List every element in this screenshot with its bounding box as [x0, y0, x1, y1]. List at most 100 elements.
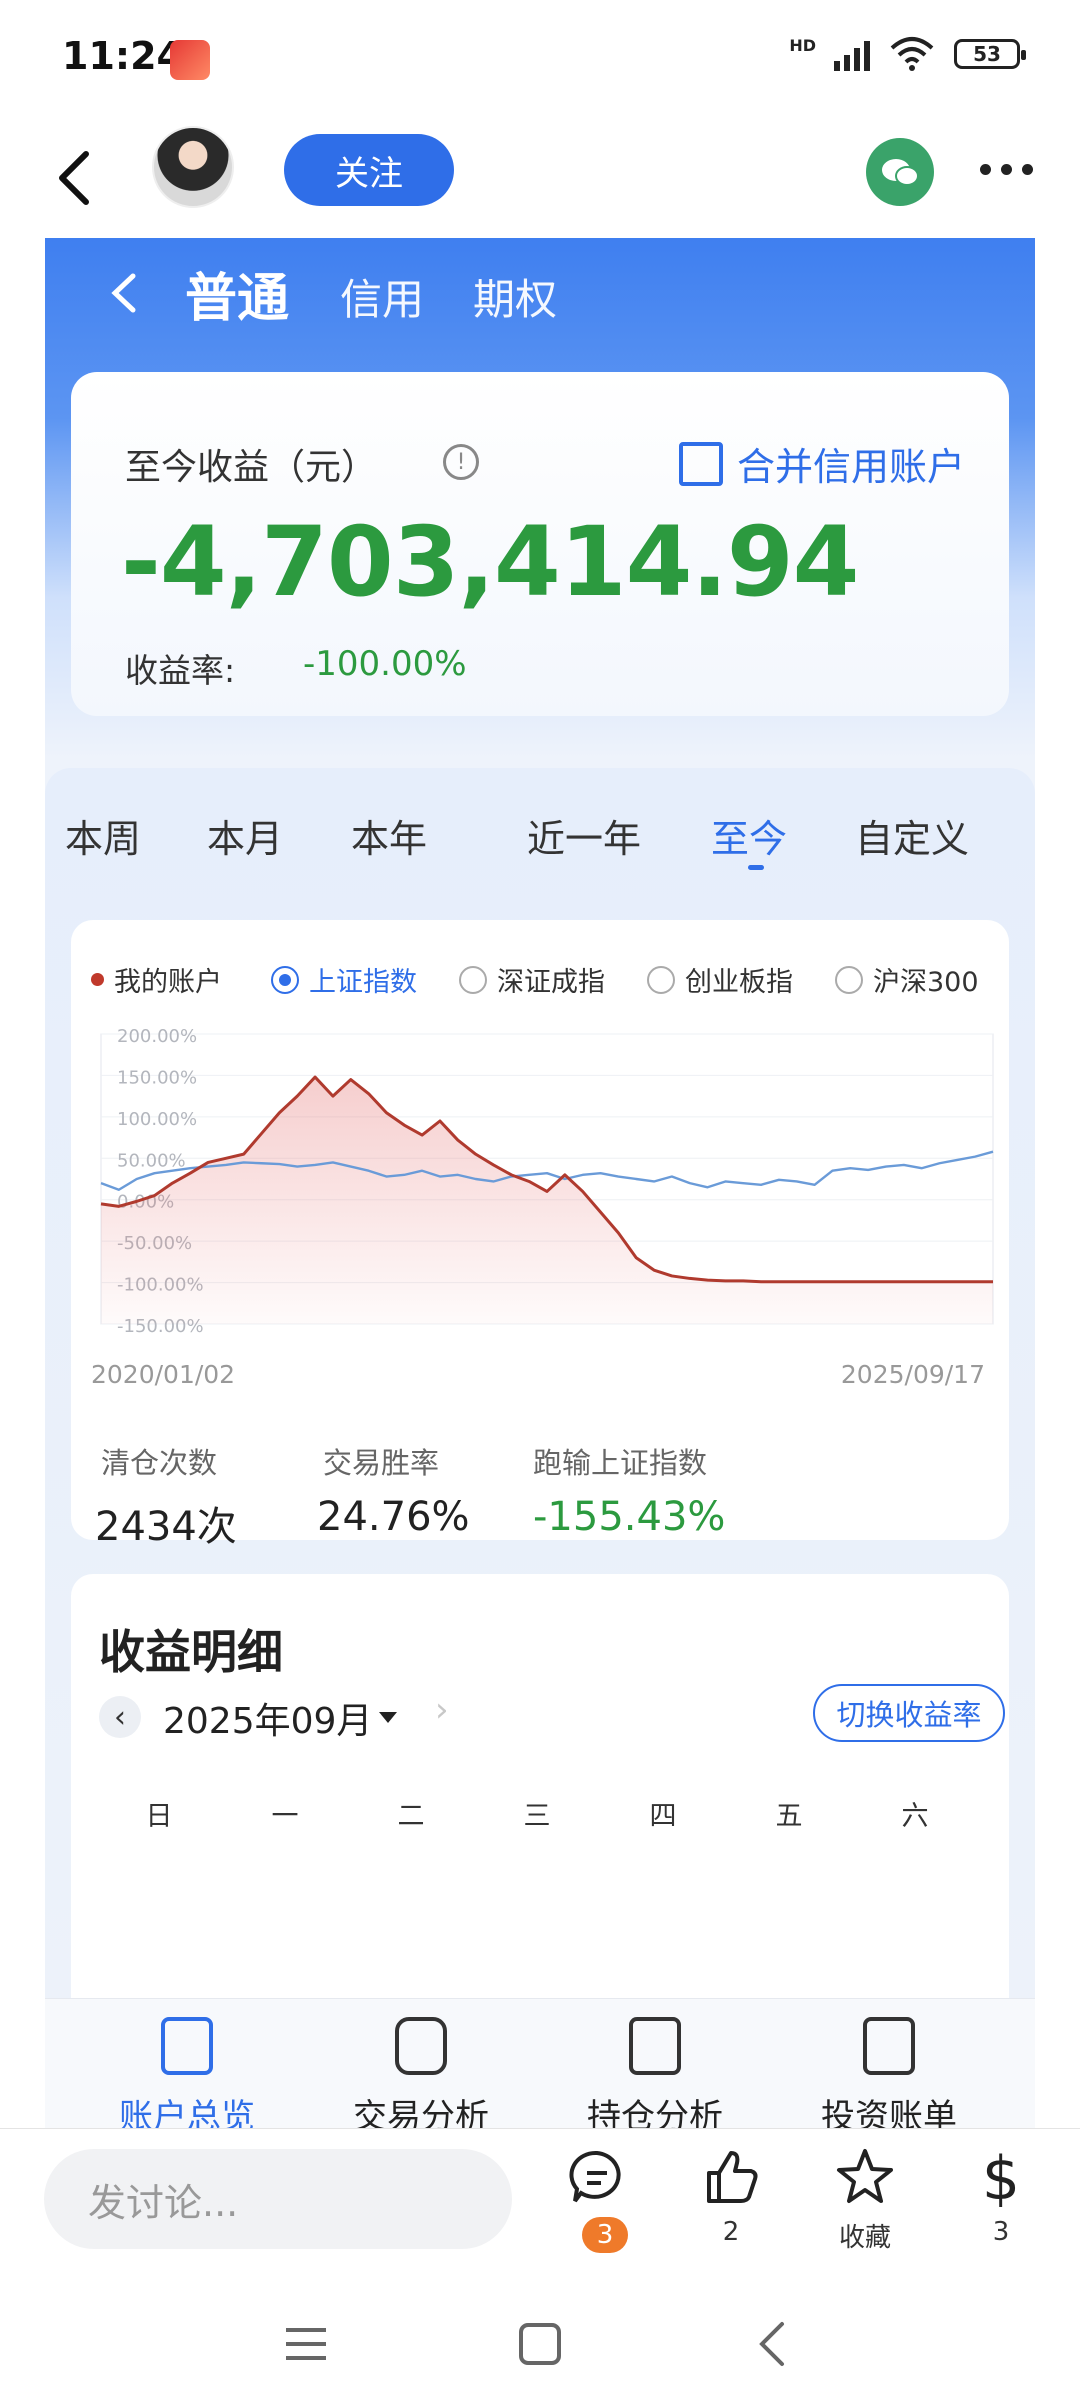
chart-start-date: 2020/01/02 [91, 1360, 236, 1389]
month-selector[interactable]: 2025年09月 [163, 1692, 372, 1744]
legend-shanghai-index[interactable]: 上证指数 [271, 960, 417, 999]
menu-icon[interactable] [284, 2324, 328, 2364]
my-account-dot-icon [91, 973, 104, 986]
battery-level: 53 [973, 42, 1001, 66]
stat-win-rate-label: 交易胜率 [323, 1446, 440, 1480]
weekday-wed: 三 [523, 1801, 551, 1832]
nav-account-overview[interactable]: 账户总览 [87, 1999, 287, 2128]
reward-count: 3 [992, 2217, 1010, 2247]
favorite-button[interactable]: 收藏 [820, 2147, 910, 2257]
legend-label: 创业板指 [685, 967, 793, 998]
radio-icon [835, 965, 863, 994]
app-back-icon[interactable] [103, 268, 143, 318]
favorite-label: 收藏 [838, 2223, 891, 2253]
profit-label: 至今收益（元） [125, 447, 378, 488]
legend-shenzhen-index[interactable]: 深证成指 [459, 960, 605, 999]
nav-label: 交易分析 [353, 2097, 489, 2128]
stat-win-rate-value: 24.76% [317, 1494, 470, 1540]
follow-button[interactable]: 关注 [284, 134, 454, 206]
legend-my-account[interactable]: 我的账户 [91, 960, 222, 999]
info-icon[interactable]: ! [443, 444, 479, 480]
tab-normal[interactable]: 普通 [185, 256, 289, 331]
legend-label: 我的账户 [114, 967, 222, 998]
y-tick-label: 200.00% [117, 1026, 197, 1047]
legend-label: 深证成指 [497, 967, 605, 998]
chart-end-date: 2025/09/17 [840, 1360, 985, 1389]
profit-detail-card: 收益明细 ‹ 2025年09月 › 切换收益率 日 一 二 三 四 五 六 [71, 1574, 1009, 2014]
signal-icon [834, 37, 870, 71]
my-account-area [101, 1077, 993, 1324]
wechat-share-icon[interactable] [866, 138, 934, 206]
legend-csi300[interactable]: 沪深300 [835, 960, 979, 999]
svg-text:$: $ [982, 2147, 1020, 2207]
rate-label: 收益率: [125, 651, 236, 690]
network-type: HD [789, 36, 816, 55]
tab-past-year[interactable]: 近一年 [527, 808, 641, 863]
comment-icon [569, 2150, 621, 2203]
legend-label: 沪深300 [873, 967, 979, 998]
radio-selected-icon [271, 965, 299, 994]
y-tick-label: 50.00% [117, 1150, 186, 1171]
nav-label: 账户总览 [119, 2097, 255, 2128]
reward-button[interactable]: $ 3 [956, 2147, 1046, 2257]
y-tick-label: 150.00% [117, 1067, 197, 1088]
tab-this-year[interactable]: 本年 [351, 808, 427, 863]
stat-liquidations-label: 清仓次数 [101, 1446, 218, 1480]
wifi-icon [890, 37, 934, 71]
system-navigation-bar [0, 2278, 1080, 2400]
status-time: 11:24 [62, 34, 183, 78]
dollar-icon: $ [982, 2147, 1020, 2207]
legend-chinext-index[interactable]: 创业板指 [647, 960, 793, 999]
tab-to-date[interactable]: 至今 [711, 808, 787, 863]
stat-underperform-label: 跑输上证指数 [533, 1446, 708, 1480]
weekday-mon: 一 [271, 1801, 299, 1832]
rate-value: -100.00% [303, 644, 467, 684]
discuss-input[interactable]: 发讨论... [44, 2149, 512, 2249]
comment-count-badge: 3 [582, 2217, 628, 2253]
star-icon [837, 2149, 893, 2203]
radio-icon [459, 965, 487, 994]
app-notification-icon [170, 40, 210, 80]
app-bottom-nav: 账户总览 交易分析 持仓分析 投资账单 [45, 1998, 1035, 2128]
next-month-icon[interactable]: › [435, 1690, 449, 1730]
nav-trade-analysis[interactable]: 交易分析 [321, 1999, 521, 2128]
more-options-icon[interactable] [980, 164, 1033, 175]
tab-custom[interactable]: 自定义 [855, 808, 969, 863]
nav-position-analysis[interactable]: 持仓分析 [555, 1999, 755, 2128]
month-dropdown-icon[interactable] [379, 1712, 397, 1723]
comment-button[interactable]: 3 [552, 2147, 642, 2257]
tab-options[interactable]: 期权 [473, 266, 557, 327]
broker-app-screenshot: 普通 信用 期权 至今收益（元） ! 合并信用账户 -4,703,414.94 … [45, 238, 1035, 2128]
switch-rate-button[interactable]: 切换收益率 [813, 1684, 1005, 1742]
nav-investment-bill[interactable]: 投资账单 [789, 1999, 989, 2128]
weekday-sat: 六 [901, 1801, 929, 1832]
bill-icon [863, 2017, 915, 2075]
profit-summary-card: 至今收益（元） ! 合并信用账户 -4,703,414.94 收益率: -100… [71, 372, 1009, 716]
legend-label: 上证指数 [309, 967, 417, 998]
nav-label: 持仓分析 [587, 2097, 723, 2128]
merge-credit-checkbox[interactable] [679, 442, 723, 486]
prev-month-icon[interactable]: ‹ [99, 1696, 141, 1738]
system-back-icon[interactable] [752, 2320, 792, 2368]
profit-line-chart[interactable]: 200.00%150.00%100.00%50.00%0.00%-50.00%-… [71, 1020, 1009, 1340]
author-avatar[interactable] [152, 126, 234, 208]
tab-credit[interactable]: 信用 [340, 266, 424, 327]
like-button[interactable]: 2 [686, 2147, 776, 2257]
y-tick-label: 100.00% [117, 1109, 197, 1130]
active-tab-indicator [748, 865, 764, 870]
tab-this-month[interactable]: 本月 [207, 808, 283, 863]
back-arrow-icon[interactable] [48, 148, 108, 208]
home-icon[interactable] [518, 2322, 562, 2366]
weekday-fri: 五 [775, 1801, 803, 1832]
forum-action-bar: 发讨论... 3 2 收藏 $ 3 [0, 2128, 1080, 2278]
report-clock-icon [161, 2017, 213, 2075]
battery-icon: 53 [954, 39, 1026, 69]
merge-credit-label[interactable]: 合并信用账户 [737, 436, 965, 491]
tab-this-week[interactable]: 本周 [65, 808, 141, 863]
stat-underperform-value: -155.43% [533, 1494, 726, 1540]
thumbs-up-icon [707, 2151, 758, 2203]
nav-label: 投资账单 [821, 2097, 957, 2128]
chart-card: 我的账户 上证指数 深证成指 创业板指 沪深300 200.00% 150.00%… [71, 920, 1009, 1550]
like-count: 2 [722, 2217, 740, 2247]
stat-liquidations-value: 2434次 [95, 1504, 237, 1550]
